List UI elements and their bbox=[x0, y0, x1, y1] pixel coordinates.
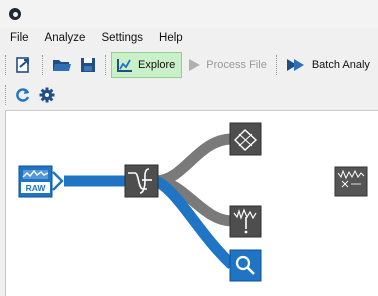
toolbar-divider bbox=[42, 55, 43, 75]
menu-settings[interactable]: Settings bbox=[93, 29, 151, 48]
play-icon bbox=[189, 59, 201, 71]
process-file-button[interactable]: Process File bbox=[182, 52, 271, 78]
toolbar-divider bbox=[275, 55, 277, 75]
save-button[interactable] bbox=[76, 52, 100, 78]
explore-icon bbox=[117, 59, 132, 72]
filter-node[interactable] bbox=[124, 164, 159, 198]
raw-output-arrow-icon bbox=[52, 171, 64, 191]
menu-help[interactable]: Help bbox=[151, 29, 191, 48]
transform-node[interactable] bbox=[229, 122, 262, 156]
menu-file[interactable]: File bbox=[0, 29, 37, 48]
raw-data-node[interactable]: RAW bbox=[18, 165, 53, 198]
toolbar-divider bbox=[5, 55, 6, 75]
peaks-node[interactable] bbox=[229, 205, 262, 238]
app-window: File Analyze Settings Help Explore Proce… bbox=[0, 0, 378, 296]
title-bar bbox=[0, 0, 378, 28]
app-icon bbox=[9, 8, 21, 20]
batch-analyze-label: Batch Analy bbox=[311, 59, 370, 71]
refresh-icon bbox=[16, 88, 30, 102]
open-button[interactable] bbox=[48, 52, 76, 78]
settings-button[interactable] bbox=[35, 82, 59, 108]
secondary-toolbar bbox=[0, 82, 378, 108]
refresh-button[interactable] bbox=[11, 82, 35, 108]
gear-icon bbox=[39, 87, 55, 103]
toolbar-divider bbox=[105, 55, 106, 75]
explore-button[interactable]: Explore bbox=[111, 52, 183, 78]
menu-analyze[interactable]: Analyze bbox=[37, 29, 94, 48]
search-node[interactable] bbox=[229, 249, 262, 282]
batch-icon bbox=[286, 59, 304, 71]
save-icon bbox=[81, 58, 95, 72]
batch-analyze-button[interactable]: Batch Analy bbox=[282, 52, 374, 78]
toolbar-divider bbox=[5, 85, 6, 105]
workflow-canvas[interactable]: RAW bbox=[5, 110, 378, 296]
explore-label: Explore bbox=[138, 59, 176, 71]
open-folder-icon bbox=[53, 60, 71, 71]
menu-bar: File Analyze Settings Help bbox=[0, 29, 378, 48]
raw-node-label: RAW bbox=[26, 183, 47, 193]
pipe-to-transform bbox=[155, 133, 233, 187]
export-button[interactable] bbox=[11, 52, 37, 78]
spectrum-node[interactable] bbox=[334, 166, 368, 197]
main-toolbar: Explore Process File Batch Analy bbox=[0, 50, 378, 80]
export-icon bbox=[16, 57, 29, 73]
process-file-label: Process File bbox=[206, 59, 267, 71]
